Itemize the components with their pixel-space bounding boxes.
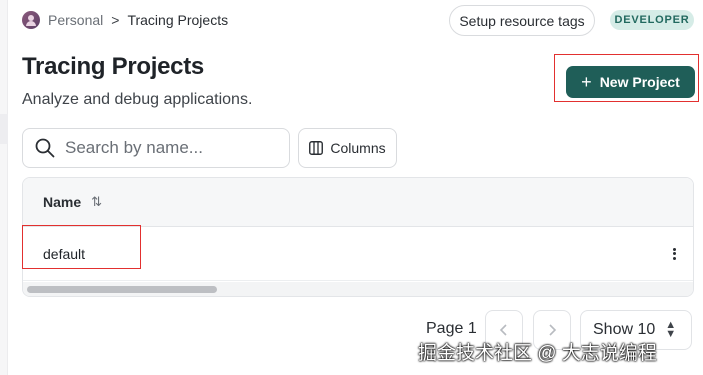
column-header-name[interactable]: Name <box>43 194 81 210</box>
highlight-box-default-row <box>22 225 141 269</box>
page-title: Tracing Projects <box>22 53 204 80</box>
table-header: Name ⇅ <box>23 178 693 227</box>
columns-button[interactable]: Columns <box>298 128 397 168</box>
chevron-right-icon: > <box>111 12 120 28</box>
chevron-updown-icon: ▲ ▼ <box>665 319 677 340</box>
highlight-box-new-project <box>554 54 699 102</box>
page-size-value: Show 10 <box>593 321 656 338</box>
setup-resource-tags-button[interactable]: Setup resource tags <box>449 5 595 36</box>
search-input[interactable] <box>65 138 265 158</box>
page-subtitle: Analyze and debug applications. <box>22 91 253 108</box>
breadcrumb-workspace[interactable]: Personal <box>48 12 103 28</box>
rail-notch <box>0 114 8 144</box>
role-badge: DEVELOPER <box>610 10 694 30</box>
search-field[interactable] <box>22 128 290 168</box>
horizontal-scrollbar[interactable] <box>23 282 693 296</box>
more-options-icon[interactable] <box>669 246 679 262</box>
page-label: Page 1 <box>426 320 477 337</box>
watermark: 掘金技术社区 @ 大志说编程 <box>418 343 657 364</box>
left-rail <box>0 0 8 375</box>
scrollbar-thumb[interactable] <box>27 286 217 293</box>
sort-icon[interactable]: ⇅ <box>91 194 102 210</box>
chevron-right-icon <box>549 324 557 336</box>
columns-label: Columns <box>330 140 386 156</box>
columns-icon <box>309 141 324 155</box>
avatar-icon[interactable] <box>22 11 40 29</box>
chevron-left-icon <box>499 324 507 336</box>
breadcrumb-current: Tracing Projects <box>127 12 229 28</box>
breadcrumb: Personal > Tracing Projects <box>22 10 228 30</box>
search-icon <box>35 138 55 158</box>
